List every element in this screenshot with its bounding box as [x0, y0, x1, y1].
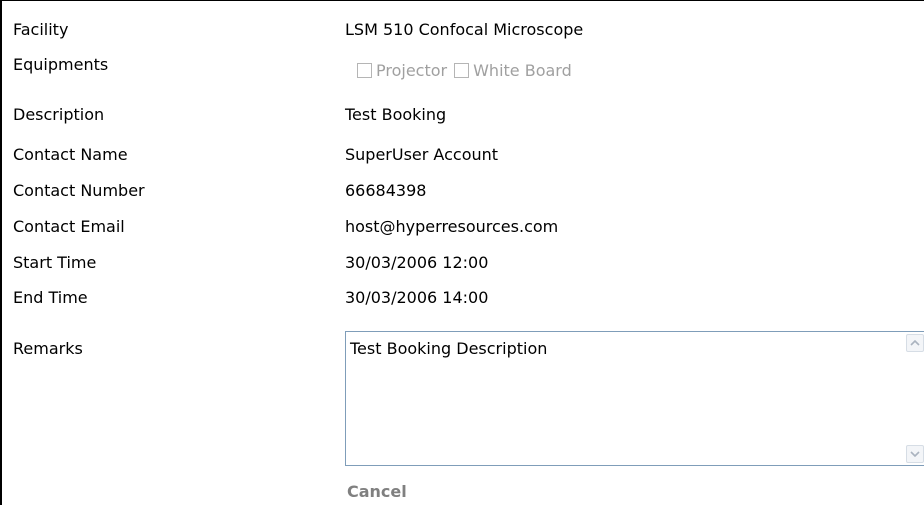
remarks-textarea[interactable]: Test Booking Description: [345, 331, 924, 466]
equipment-option-projector[interactable]: Projector: [357, 61, 447, 80]
scroll-up-arrow-icon[interactable]: [906, 334, 924, 352]
end-time-value: 30/03/2006 14:00: [345, 288, 489, 307]
contact-name-label: Contact Name: [13, 145, 128, 164]
remarks-label: Remarks: [13, 339, 83, 358]
projector-checkbox[interactable]: [357, 63, 372, 78]
facility-label: Facility: [13, 20, 69, 39]
remarks-scrollbar[interactable]: [903, 332, 924, 465]
contact-number-label: Contact Number: [13, 181, 145, 200]
start-time-label: Start Time: [13, 253, 97, 272]
projector-label: Projector: [376, 61, 448, 80]
facility-value: LSM 510 Confocal Microscope: [345, 20, 584, 39]
end-time-label: End Time: [13, 288, 88, 307]
white-board-checkbox[interactable]: [454, 63, 470, 78]
equipments-options: Projector White Board: [357, 61, 579, 80]
scroll-down-arrow-icon[interactable]: [906, 445, 924, 463]
contact-email-value: host@hyperresources.com: [345, 217, 559, 236]
description-value: Test Booking: [345, 105, 447, 124]
cancel-button[interactable]: Cancel: [347, 482, 407, 501]
booking-form: Facility LSM 510 Confocal Microscope Equ…: [0, 0, 924, 505]
contact-name-value: SuperUser Account: [345, 145, 499, 164]
contact-email-label: Contact Email: [13, 217, 125, 236]
white-board-label: White Board: [473, 61, 572, 80]
equipment-option-white-board[interactable]: White Board: [454, 61, 572, 80]
contact-number-value: 66684398: [345, 181, 427, 200]
description-label: Description: [13, 105, 105, 124]
remarks-text: Test Booking Description: [350, 339, 548, 358]
start-time-value: 30/03/2006 12:00: [345, 253, 489, 272]
equipments-label: Equipments: [13, 55, 109, 74]
